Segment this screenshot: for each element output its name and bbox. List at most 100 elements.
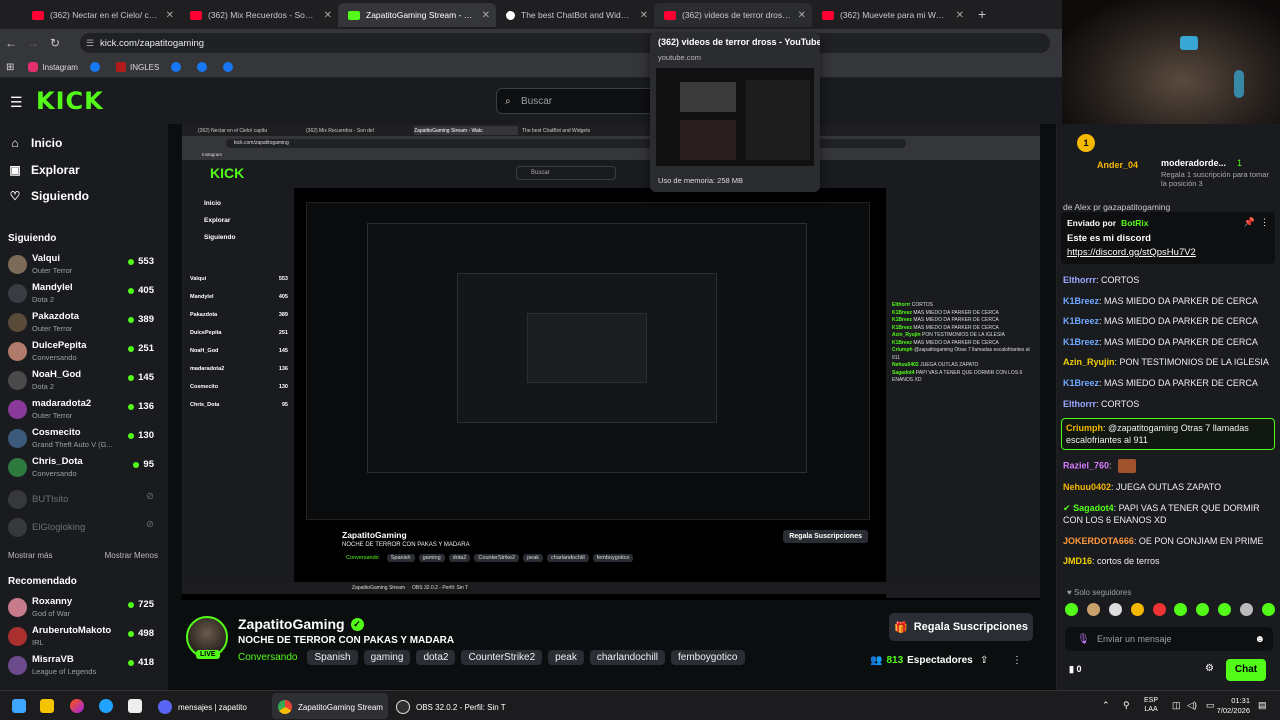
show-more-link[interactable]: Mostrar más	[8, 551, 52, 560]
taskbar-item-discord[interactable]: mensajes | zapatito	[158, 700, 247, 714]
tag[interactable]: Spanish	[307, 650, 358, 665]
sidebar-channel[interactable]: Pakazdota Outer Terror 389	[8, 309, 158, 337]
chat-input[interactable]: 🎙 Enviar un mensaje ☻	[1065, 627, 1273, 651]
sidebar-channel[interactable]: Chris_Dota Conversando 95	[8, 454, 158, 482]
file-explorer-icon[interactable]	[40, 699, 54, 713]
site-info-icon[interactable]: ☰	[86, 38, 94, 49]
show-less-link[interactable]: Mostrar Menos	[105, 551, 158, 560]
battery-icon[interactable]: ▭	[1206, 700, 1215, 711]
emote-icon[interactable]	[1174, 603, 1188, 616]
gift-moderator[interactable]: moderadorde...	[1161, 158, 1226, 168]
close-icon[interactable]: ✕	[798, 10, 806, 21]
tag[interactable]: femboygotico	[671, 650, 745, 665]
sidebar-channel-offline[interactable]: BUTIsito ⊘	[8, 486, 158, 514]
sidebar-channel[interactable]: NoaH_God Dota 2 145	[8, 367, 158, 395]
notification-icon[interactable]: ▤	[1258, 700, 1267, 711]
taskbar-item-obs[interactable]: OBS 32.0.2 - Perfil: Sin T	[396, 700, 506, 714]
close-icon[interactable]: ✕	[324, 10, 332, 21]
sidebar-channel-offline[interactable]: ElGlogloking ⊘	[8, 514, 158, 542]
back-icon[interactable]: ←	[0, 36, 22, 50]
close-icon[interactable]: ✕	[166, 10, 174, 21]
clock[interactable]: 01:31 7/02/2026	[1216, 696, 1250, 716]
bookmark-ingles[interactable]: INGLES	[115, 62, 159, 72]
kick-logo[interactable]: KICK	[36, 87, 104, 115]
close-icon[interactable]: ✕	[956, 10, 964, 21]
url-field[interactable]: ☰ kick.com/zapatitogaming	[80, 33, 1050, 53]
emote-icon[interactable]	[1065, 603, 1078, 616]
emote-icon[interactable]	[1261, 603, 1275, 616]
bookmark-facebook-2[interactable]	[171, 62, 185, 72]
emote-icon[interactable]	[1152, 603, 1166, 616]
microphone-icon[interactable]: 🎙	[1077, 634, 1090, 645]
language-indicator[interactable]: ESP LAA	[1144, 696, 1158, 714]
chat-username[interactable]: Sagadot4	[1073, 503, 1114, 513]
more-options-icon[interactable]: ⋮	[1260, 217, 1269, 228]
new-tab-button[interactable]: +	[978, 6, 986, 22]
volume-icon[interactable]: ◁)	[1187, 700, 1197, 711]
nav-home[interactable]: ⌂ Inicio	[8, 136, 62, 150]
emote-icon[interactable]	[1196, 603, 1210, 616]
browser-tab-1[interactable]: (362) Nectar en el Cielo/ capítu ✕	[22, 3, 180, 27]
sidebar-channel[interactable]: Valqui Outer Terror 553	[8, 251, 158, 279]
calculator-icon[interactable]	[128, 699, 142, 713]
chat-username[interactable]: Criumph	[1066, 423, 1103, 433]
bookmark-facebook-4[interactable]	[223, 62, 237, 72]
emote-icon[interactable]	[1130, 603, 1144, 616]
sidebar-channel[interactable]: DulcePepita Conversando 251	[8, 338, 158, 366]
chat-username[interactable]: JOKERDOTA666	[1063, 536, 1134, 546]
close-icon[interactable]: ✕	[482, 10, 490, 21]
close-icon[interactable]: ✕	[640, 10, 648, 21]
channel-points[interactable]: ▮ 0	[1069, 664, 1081, 675]
menu-icon[interactable]: ☰	[10, 94, 23, 111]
gift-user[interactable]: Ander_04	[1097, 160, 1138, 170]
chevron-up-icon[interactable]: ⌃	[1102, 700, 1110, 711]
streamer-name[interactable]: ZapatitoGaming ✓	[238, 616, 364, 632]
chat-username[interactable]: K1Breez	[1063, 296, 1099, 306]
pinned-link[interactable]: https://discord.gg/stQpsHu7V2	[1067, 247, 1196, 258]
pin-icon[interactable]: 📌	[1244, 217, 1255, 228]
share-icon[interactable]: ⇪	[980, 655, 988, 666]
browser-tab-3[interactable]: ZapatitoGaming Stream - Watc ✕	[338, 3, 496, 27]
sidebar-channel[interactable]: Roxanny God of War 725	[8, 594, 158, 622]
nav-explore[interactable]: ▣ Explorar	[8, 163, 79, 177]
tag[interactable]: gaming	[363, 650, 411, 665]
forward-icon[interactable]: →	[22, 36, 44, 50]
bookmark-facebook-3[interactable]	[197, 62, 211, 72]
category-link[interactable]: Conversando	[238, 652, 297, 663]
send-chat-button[interactable]: Chat	[1226, 659, 1266, 681]
browser-tab-2[interactable]: (362) Mix Recuerdos - Son del ✕	[180, 3, 338, 27]
gear-icon[interactable]: ⚙	[1205, 663, 1214, 674]
emote-icon[interactable]	[1086, 603, 1100, 616]
search-input[interactable]: ⌕ Buscar	[496, 88, 656, 114]
sidebar-channel[interactable]: MisrraVB League of Legends 418	[8, 652, 158, 680]
chat-username[interactable]: Raziel_760	[1063, 460, 1109, 470]
sidebar-channel[interactable]: Cosmecito Grand Theft Auto V (G... 130	[8, 425, 158, 453]
windows-start-icon[interactable]	[12, 699, 26, 713]
wifi-icon[interactable]: ◫	[1172, 700, 1181, 711]
browser-tab-6[interactable]: (362) Muevete para mi WOODY ✕	[812, 3, 970, 27]
tag[interactable]: dota2	[416, 650, 456, 665]
chat-username[interactable]: Elthorrr	[1063, 275, 1096, 285]
chat-username[interactable]: K1Breez	[1063, 316, 1099, 326]
reload-icon[interactable]: ↻	[44, 36, 66, 50]
emoji-icon[interactable]: ☻	[1254, 634, 1265, 645]
emote-icon[interactable]	[1218, 603, 1232, 616]
chat-username[interactable]: K1Breez	[1063, 378, 1099, 388]
sidebar-channel[interactable]: madaradota2 Outer Terror 136	[8, 396, 158, 424]
network-icon[interactable]: ⚲	[1123, 700, 1130, 711]
edge-icon[interactable]	[99, 699, 113, 713]
browser-tab-5[interactable]: (362) videos de terror dross - Y ✕	[654, 3, 812, 27]
emote-icon[interactable]	[1108, 603, 1122, 616]
emote-icon[interactable]	[1240, 603, 1253, 616]
tag[interactable]: charlandochill	[589, 650, 666, 665]
sidebar-channel[interactable]: Mandylel Dota 2 405	[8, 280, 158, 308]
tag[interactable]: peak	[548, 650, 584, 665]
chat-username[interactable]: Azin_Ryujin	[1063, 357, 1115, 367]
chat-username[interactable]: K1Breez	[1063, 337, 1099, 347]
pinned-by-user[interactable]: BotRix	[1121, 218, 1148, 228]
nav-following[interactable]: ♡ Siguiendo	[8, 189, 89, 203]
stream-video-player[interactable]: (362) Nectar en el Cielo/ capítu (362) M…	[182, 124, 1040, 600]
browser-tab-4[interactable]: The best ChatBot and Widgets ✕	[496, 3, 654, 27]
bookmark-instagram[interactable]: Instagram	[28, 62, 78, 72]
taskbar-item-chrome[interactable]: ZapatitoGaming Stream	[278, 700, 383, 714]
